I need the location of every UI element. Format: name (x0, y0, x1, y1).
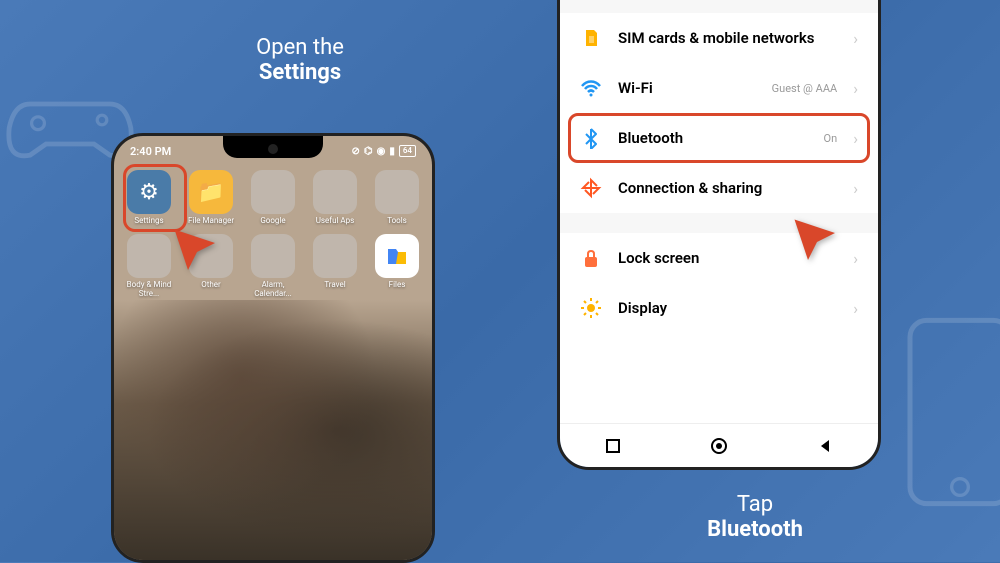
app-icon (375, 234, 419, 278)
folder-icon (127, 234, 171, 278)
app-label: Tools (387, 217, 407, 226)
setting-label: SIM cards & mobile networks (618, 29, 837, 47)
app-icon: 📁 (189, 170, 233, 214)
caption-right-line2: Bluetooth (665, 517, 845, 542)
app-useful-aps[interactable]: Useful Aps (308, 170, 362, 226)
wifi-icon (580, 77, 602, 99)
app-file-manager[interactable]: 📁File Manager (184, 170, 238, 226)
app-tools[interactable]: Tools (370, 170, 424, 226)
volume-button (434, 236, 435, 266)
app-label: Useful Aps (316, 217, 355, 226)
caption-left-line1: Open the (256, 35, 344, 60)
app-label: Google (260, 217, 285, 226)
bluetooth-status-icon: ⌬ (364, 146, 373, 157)
settings-highlight (123, 164, 187, 232)
power-button (434, 276, 435, 326)
section-divider (560, 0, 878, 13)
wallpaper (114, 300, 432, 560)
folder-icon (313, 234, 357, 278)
phone-home-screen: 2:40 PM ⊘ ⌬ ◉ ▮ 64 ⚙Settings📁File Manage… (111, 133, 435, 563)
folder-icon (375, 170, 419, 214)
setting-row-bluetooth[interactable]: BluetoothOn› (560, 113, 878, 163)
app-travel[interactable]: Travel (308, 234, 362, 299)
nav-back-icon[interactable] (816, 437, 834, 455)
chevron-right-icon: › (853, 29, 858, 48)
setting-label: Connection & sharing (618, 179, 837, 197)
settings-list: Security status›SIM cards & mobile netwo… (560, 0, 878, 423)
dnd-icon: ⊘ (351, 146, 359, 157)
app-body-mind-stre-[interactable]: Body & Mind Stre... (122, 234, 176, 299)
bluetooth-highlight (568, 113, 870, 163)
folder-icon (251, 170, 295, 214)
status-indicators: ⊘ ⌬ ◉ ▮ 64 (351, 145, 416, 157)
setting-row-share[interactable]: Connection & sharing › (560, 163, 878, 213)
caption-left-line2: Settings (210, 60, 390, 85)
pointer-arrow-right (790, 215, 880, 309)
watermark-phone-icon (890, 312, 1000, 512)
nav-recent-icon[interactable] (604, 437, 622, 455)
folder-icon (313, 170, 357, 214)
app-label: Files (389, 281, 406, 290)
chevron-right-icon: › (853, 179, 858, 198)
sun-icon (580, 297, 602, 319)
chevron-right-icon: › (853, 79, 858, 98)
share-icon (580, 177, 602, 199)
android-nav-bar (560, 423, 878, 467)
app-files[interactable]: Files (370, 234, 424, 299)
home-screen: 2:40 PM ⊘ ⌬ ◉ ▮ 64 ⚙Settings📁File Manage… (114, 136, 432, 560)
status-time: 2:40 PM (130, 145, 171, 158)
setting-value: Guest @ AAA (772, 82, 838, 95)
wifi-status-icon: ◉ (377, 146, 386, 157)
app-label: Travel (324, 281, 345, 290)
nav-home-icon[interactable] (710, 437, 728, 455)
lock-icon (580, 247, 602, 269)
battery-indicator: 64 (399, 145, 416, 157)
setting-row-sim[interactable]: SIM cards & mobile networks › (560, 13, 878, 63)
app-google[interactable]: Google (246, 170, 300, 226)
caption-right: Tap Bluetooth (665, 492, 845, 542)
caption-right-line1: Tap (737, 492, 773, 517)
pointer-arrow-left (170, 225, 260, 319)
phone-notch (223, 136, 323, 158)
setting-label: Wi-Fi (618, 79, 756, 97)
caption-left: Open the Settings (210, 35, 390, 85)
setting-row-wifi[interactable]: Wi-Fi Guest @ AAA › (560, 63, 878, 113)
sim-icon (580, 27, 602, 49)
app-label: Body & Mind Stre... (122, 281, 176, 299)
signal-icon: ▮ (389, 146, 395, 157)
